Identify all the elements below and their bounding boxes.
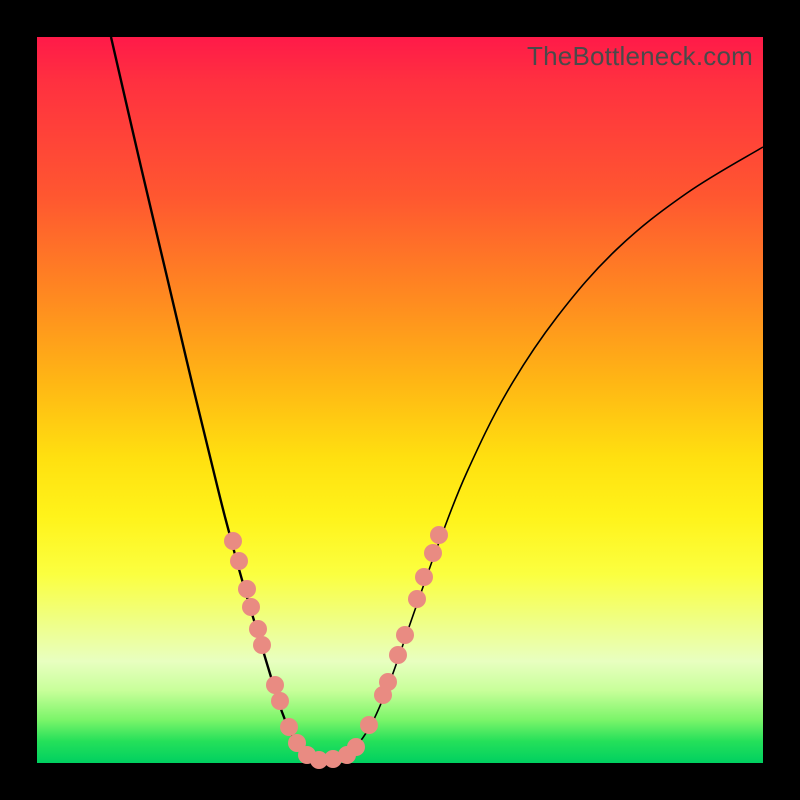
right-curve	[323, 147, 763, 760]
data-dot	[389, 646, 407, 664]
data-dot	[271, 692, 289, 710]
left-curve	[111, 37, 323, 760]
data-dot	[408, 590, 426, 608]
data-dot	[230, 552, 248, 570]
data-dot	[253, 636, 271, 654]
chart-frame: TheBottleneck.com	[0, 0, 800, 800]
data-dot	[249, 620, 267, 638]
data-dot	[415, 568, 433, 586]
curves-svg	[37, 37, 763, 763]
data-dot	[280, 718, 298, 736]
data-dot	[347, 738, 365, 756]
data-dot	[430, 526, 448, 544]
dots-group	[224, 526, 448, 769]
plot-area: TheBottleneck.com	[37, 37, 763, 763]
data-dot	[238, 580, 256, 598]
data-dot	[379, 673, 397, 691]
data-dot	[396, 626, 414, 644]
data-dot	[266, 676, 284, 694]
data-dot	[424, 544, 442, 562]
data-dot	[360, 716, 378, 734]
data-dot	[242, 598, 260, 616]
data-dot	[224, 532, 242, 550]
